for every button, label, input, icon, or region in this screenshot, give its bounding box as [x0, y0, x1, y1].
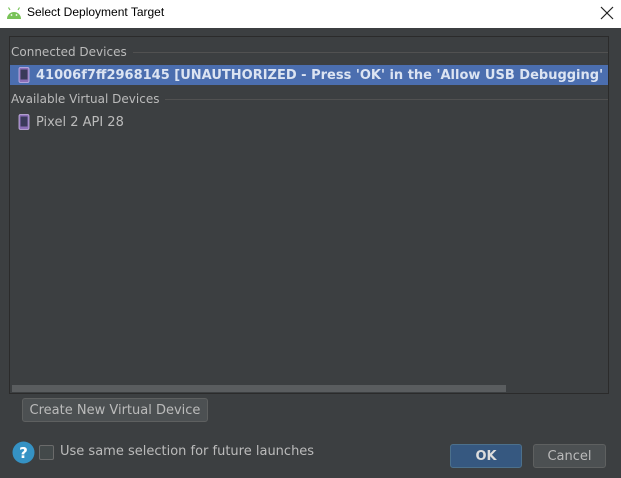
- device-label: Pixel 2 API 28: [36, 114, 124, 130]
- device-list[interactable]: Connected Devices 41006f7ff2968145 [UNAU…: [9, 36, 609, 394]
- section-header-label: Available Virtual Devices: [11, 92, 160, 106]
- phone-icon: [18, 67, 30, 83]
- same-selection-checkbox[interactable]: [39, 445, 54, 460]
- ok-button[interactable]: OK: [450, 444, 522, 468]
- device-row-connected[interactable]: 41006f7ff2968145 [UNAUTHORIZED - Press '…: [10, 65, 608, 85]
- window-title: Select Deployment Target: [27, 5, 165, 19]
- section-divider: [132, 52, 608, 53]
- section-header-virtual-devices: Available Virtual Devices: [11, 91, 608, 107]
- section-divider: [165, 99, 608, 100]
- device-row-virtual[interactable]: Pixel 2 API 28: [10, 112, 608, 132]
- phone-icon: [18, 114, 30, 130]
- android-icon: [7, 7, 21, 19]
- section-header-connected-devices: Connected Devices: [11, 44, 608, 60]
- cancel-button[interactable]: Cancel: [533, 444, 606, 468]
- svg-text:?: ?: [19, 444, 28, 462]
- help-icon[interactable]: ?: [12, 441, 35, 464]
- horizontal-scrollbar-thumb[interactable]: [12, 385, 506, 392]
- title-bar: Select Deployment Target: [0, 0, 621, 28]
- close-icon[interactable]: [598, 4, 616, 22]
- section-header-label: Connected Devices: [11, 45, 127, 59]
- device-label: 41006f7ff2968145 [UNAUTHORIZED - Press '…: [36, 67, 608, 83]
- create-virtual-device-button[interactable]: Create New Virtual Device: [22, 398, 208, 422]
- same-selection-label: Use same selection for future launches: [60, 444, 315, 459]
